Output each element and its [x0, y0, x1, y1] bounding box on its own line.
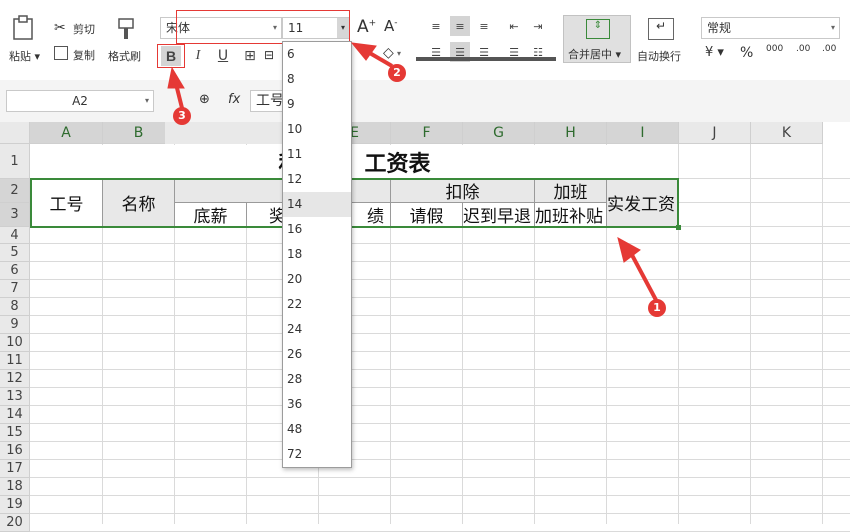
arrow-1-shaft	[630, 254, 658, 301]
annotation-badge-3: 3	[173, 107, 191, 125]
arrow-2-shaft	[366, 50, 394, 68]
arrow-1-head	[617, 237, 641, 263]
annotation-arrows	[167, 42, 658, 301]
annotation-badge-2: 2	[388, 64, 406, 82]
annotation-badge-1: 1	[648, 299, 666, 317]
arrow-2-head	[350, 42, 377, 61]
arrow-3-head	[167, 66, 185, 89]
